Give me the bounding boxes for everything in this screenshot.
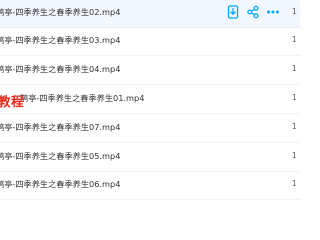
more-icon[interactable] bbox=[265, 4, 281, 20]
file-size: 1 bbox=[291, 92, 297, 102]
file-name[interactable]: 鹊亭-四季养生之春季养生07.mp4 bbox=[0, 121, 120, 133]
file-size: 1 bbox=[291, 178, 297, 188]
file-size: 1 bbox=[291, 6, 297, 16]
file-row[interactable]: 鹊亭-四季养生之春季养生07.mp4 1 bbox=[0, 115, 300, 143]
file-name[interactable]: 鹊亭-四季养生之春季养生01.mp4 bbox=[20, 92, 144, 104]
row-actions bbox=[225, 4, 285, 22]
file-size: 1 bbox=[291, 34, 297, 44]
file-row[interactable]: 鹊亭-四季养生之春季养生04.mp4 1 bbox=[0, 57, 300, 85]
file-row[interactable]: 鹊亭-四季养生之春季养生05.mp4 1 bbox=[0, 144, 300, 172]
file-name[interactable]: 鹊亭-四季养生之春季养生04.mp4 bbox=[0, 63, 120, 75]
overlay-caption: 教程 bbox=[0, 94, 25, 109]
share-icon[interactable] bbox=[245, 4, 261, 20]
file-row[interactable]: 鹊亭-四季养生之春季养生06.mp4 1 bbox=[0, 172, 300, 200]
download-icon[interactable] bbox=[225, 4, 241, 20]
file-row[interactable]: 鹊亭-四季养生之春季养生03.mp4 1 bbox=[0, 28, 300, 56]
file-name[interactable]: 鹊亭-四季养生之春季养生03.mp4 bbox=[0, 34, 120, 46]
file-list: 鹊亭-四季养生之春季养生02.mp4 1 鹊亭-四季养生之春季养生03.mp4 … bbox=[0, 0, 300, 200]
file-size: 1 bbox=[291, 150, 297, 160]
file-row[interactable]: 鹊亭-四季养生之春季养生01.mp4 1 bbox=[0, 86, 300, 114]
file-row[interactable]: 鹊亭-四季养生之春季养生02.mp4 1 bbox=[0, 0, 300, 28]
file-name[interactable]: 鹊亭-四季养生之春季养生06.mp4 bbox=[0, 178, 120, 190]
file-size: 1 bbox=[291, 121, 297, 131]
file-name[interactable]: 鹊亭-四季养生之春季养生02.mp4 bbox=[0, 6, 120, 18]
file-name[interactable]: 鹊亭-四季养生之春季养生05.mp4 bbox=[0, 150, 120, 162]
file-size: 1 bbox=[291, 63, 297, 73]
